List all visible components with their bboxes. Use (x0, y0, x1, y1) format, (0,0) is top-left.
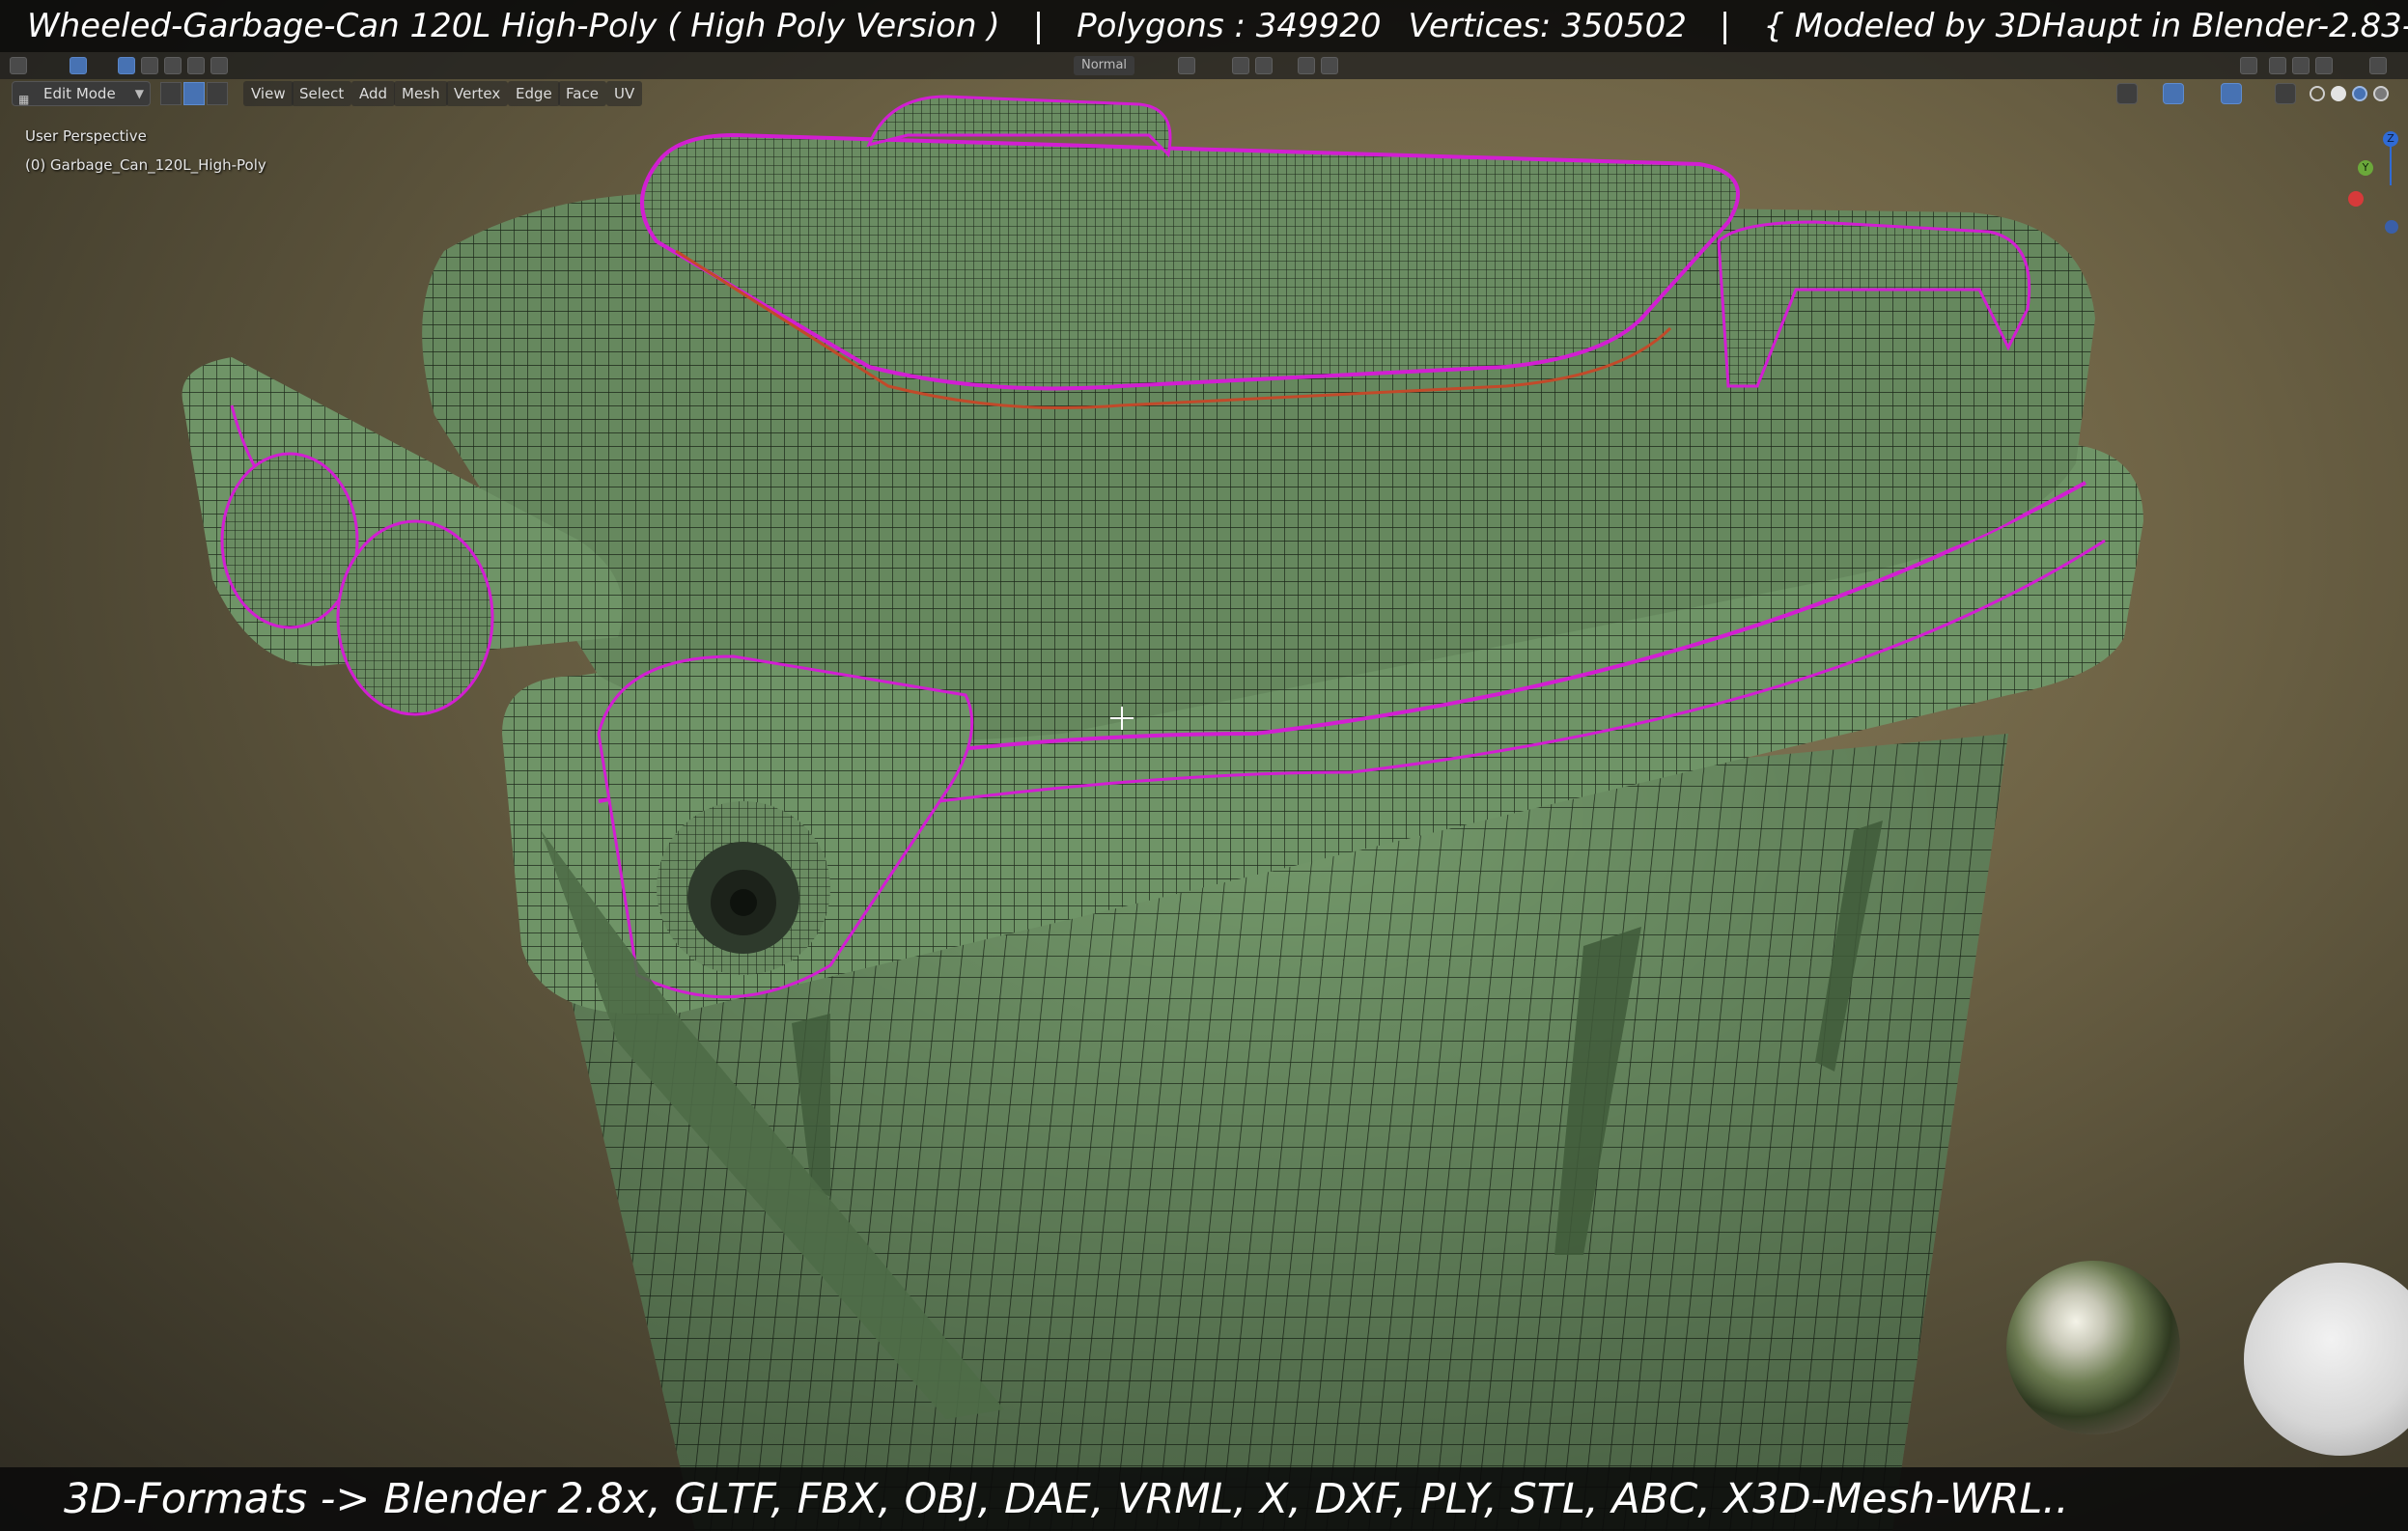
options-icon[interactable] (2369, 57, 2387, 74)
banner-separator: | (1032, 7, 1045, 45)
hinge-knuckle (220, 452, 359, 629)
formats-text: 3D-Formats -> Blender 2.8x, GLTF, FBX, O… (64, 1475, 2069, 1523)
vertex-select-icon[interactable] (160, 82, 182, 105)
mirror-icon[interactable] (2240, 57, 2257, 74)
viewport-header: ▦ Edit Mode ▼ View Select Add Mesh Verte… (0, 81, 2408, 110)
mirror-y-icon[interactable] (2292, 57, 2310, 74)
visibility-icon[interactable] (2116, 83, 2138, 104)
mode-label: Edit Mode (43, 85, 116, 102)
edge-select-icon[interactable] (183, 82, 205, 105)
falloff-icon[interactable] (1321, 57, 1338, 74)
face-select-icon[interactable] (207, 82, 228, 105)
active-object-label: (0) Garbage_Can_120L_High-Poly (25, 156, 266, 174)
mirror-x-icon[interactable] (2269, 57, 2286, 74)
gizmo-x-axis[interactable] (2348, 191, 2364, 207)
mode-dropdown[interactable]: ▦ Edit Mode ▼ (12, 81, 151, 106)
select-extend-icon[interactable] (141, 57, 158, 74)
solid-shading-icon[interactable] (2331, 86, 2346, 101)
mirror-z-icon[interactable] (2315, 57, 2333, 74)
credit-text: { Modeled by 3DHaupt in Blender-2.83-3 } (1763, 7, 2408, 45)
navigation-gizmo[interactable]: Z Y (2346, 131, 2404, 247)
polygon-count: Polygons : 349920 (1077, 7, 1382, 45)
gizmo-neg-z-axis[interactable] (2385, 220, 2398, 234)
vertex-count: Vertices: 350502 (1408, 7, 1687, 45)
banner-separator-2: | (1719, 7, 1731, 45)
select-intersect-icon[interactable] (187, 57, 205, 74)
proportional-editing-icon[interactable] (1298, 57, 1315, 74)
material-shading-icon[interactable] (2352, 86, 2367, 101)
gizmo-y-axis[interactable]: Y (2358, 160, 2373, 176)
menu-mesh[interactable]: Mesh (394, 81, 448, 106)
xray-icon[interactable] (2275, 83, 2296, 104)
menu-face[interactable]: Face (558, 81, 606, 106)
select-tool-icon[interactable] (70, 57, 87, 74)
pivot-point-icon[interactable] (1178, 57, 1195, 74)
overlays-icon[interactable] (2221, 83, 2242, 104)
snap-target-icon[interactable] (1255, 57, 1273, 74)
snap-icon[interactable] (1232, 57, 1249, 74)
orientation-label: Normal (1081, 58, 1128, 72)
cube-icon: ▦ (18, 93, 30, 106)
menu-select[interactable]: Select (292, 81, 352, 106)
formats-banner: 3D-Formats -> Blender 2.8x, GLTF, FBX, O… (0, 1467, 2408, 1531)
gizmo-z-line (2390, 147, 2392, 185)
3d-cursor-icon (1110, 707, 1134, 730)
3d-viewport[interactable]: Wheeled-Garbage-Can 120L High-Poly ( Hig… (0, 0, 2408, 1531)
wireframe-shading-icon[interactable] (2310, 86, 2325, 101)
hdri-preview-sphere (2006, 1261, 2180, 1434)
view-perspective-label: User Perspective (25, 127, 147, 145)
menu-add[interactable]: Add (351, 81, 396, 106)
menu-edge[interactable]: Edge (508, 81, 560, 106)
select-box-icon[interactable] (118, 57, 135, 74)
menu-uv[interactable]: UV (606, 81, 643, 106)
model-title: Wheeled-Garbage-Can 120L High-Poly ( Hig… (27, 7, 1000, 45)
select-invert-icon[interactable] (210, 57, 228, 74)
chevron-down-icon: ▼ (134, 87, 144, 100)
menu-view[interactable]: View (243, 81, 294, 106)
editor-type-icon[interactable] (10, 57, 27, 74)
title-banner: Wheeled-Garbage-Can 120L High-Poly ( Hig… (0, 0, 2408, 52)
tool-settings-bar: Normal (0, 52, 2408, 79)
transform-orientation-dropdown[interactable]: Normal (1074, 56, 1135, 75)
gizmo-z-axis[interactable]: Z (2383, 131, 2398, 147)
rendered-shading-icon[interactable] (2373, 86, 2389, 101)
menu-vertex[interactable]: Vertex (446, 81, 509, 106)
select-subtract-icon[interactable] (164, 57, 182, 74)
gizmo-toggle-icon[interactable] (2163, 83, 2184, 104)
